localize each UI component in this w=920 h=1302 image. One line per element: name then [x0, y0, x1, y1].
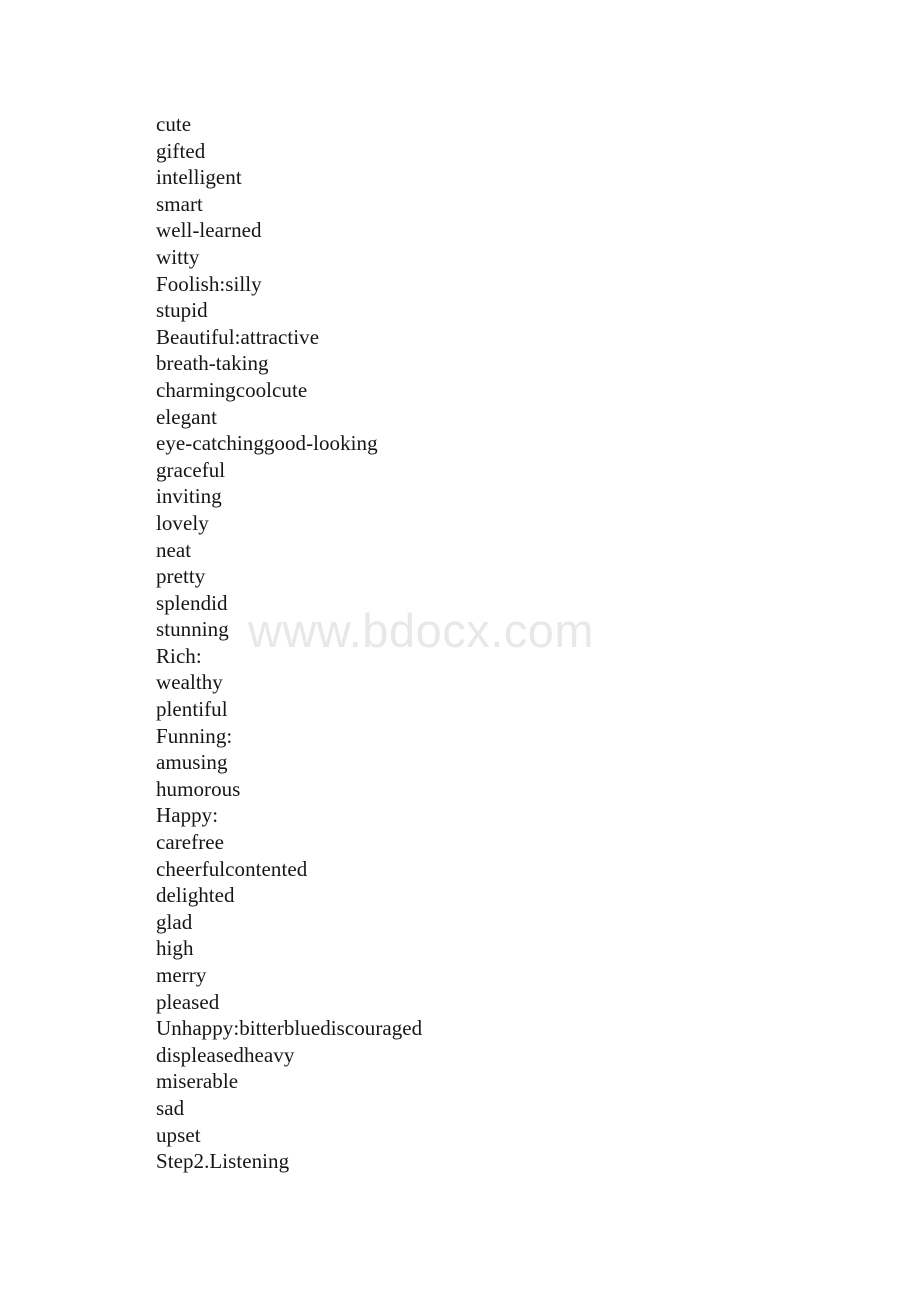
document-line: carefree [156, 830, 224, 855]
document-line: splendid [156, 590, 228, 615]
document-line: smart [156, 191, 203, 216]
document-line: cheerfulcontented [156, 856, 308, 881]
document-line: Foolish:silly [156, 271, 262, 296]
document-line: plentiful [156, 697, 228, 722]
document-line: pretty [156, 564, 206, 589]
document-line: wealthy [156, 670, 223, 695]
document-line: humorous [156, 776, 241, 801]
document-line: stunning [156, 617, 229, 642]
document-line: Funning: [156, 723, 233, 748]
document-text-body: cute gifted intelligent smart well-learned wi… [156, 111, 796, 1175]
document-line: intelligent [156, 165, 242, 190]
document-line: elegant [156, 404, 217, 429]
document-line: amusing [156, 750, 228, 775]
document-line: high [156, 936, 194, 961]
document-line: lovely [156, 510, 209, 535]
document-line: graceful [156, 457, 226, 482]
document-line: upset [156, 1122, 201, 1147]
document-line: eye-catchinggood-looking [156, 431, 378, 456]
document-line: neat [156, 537, 192, 562]
document-line: gifted [156, 138, 206, 163]
document-page: www.bdocx.com cute gifted intelligent smart… [0, 0, 920, 1302]
document-line: Happy: [156, 803, 219, 828]
document-line: delighted [156, 883, 235, 908]
document-line: breath-taking [156, 351, 269, 376]
document-line: Beautiful:attractive [156, 324, 320, 349]
document-line: Step2.Listening [156, 1149, 290, 1174]
document-line: cute [156, 112, 192, 136]
document-line: glad [156, 909, 193, 934]
document-line: inviting [156, 484, 222, 509]
document-line: Rich: [156, 643, 202, 668]
document-line: charmingcoolcute [156, 377, 308, 402]
document-line: miserable [156, 1069, 239, 1094]
document-line: displeasedheavy [156, 1042, 295, 1067]
document-line: witty [156, 244, 200, 269]
document-line: Unhappy:bitterbluediscouraged [156, 1016, 423, 1041]
document-line: stupid [156, 298, 208, 323]
document-line: well-learned [156, 218, 262, 243]
document-line: merry [156, 963, 207, 987]
document-line: pleased [156, 989, 220, 1014]
document-line: sad [156, 1095, 185, 1120]
